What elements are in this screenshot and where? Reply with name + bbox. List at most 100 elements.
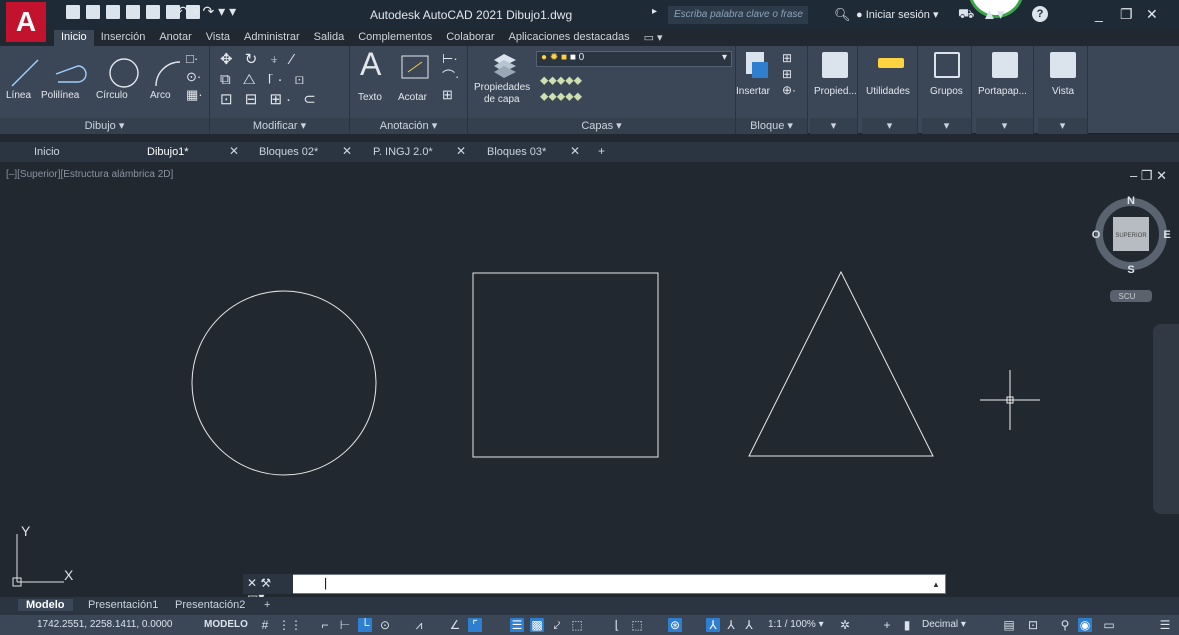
infer-constraints-icon[interactable]: ⌐ bbox=[318, 618, 332, 632]
view-group[interactable]: Vista bbox=[1052, 86, 1074, 97]
layer-dropdown[interactable]: ● ✹ ■ ■ 0 ▾ bbox=[536, 51, 732, 67]
snap-icon[interactable]: ⋮⋮ bbox=[278, 618, 302, 632]
app-logo[interactable]: A bbox=[6, 2, 46, 42]
plus-icon[interactable]: + bbox=[880, 618, 894, 632]
ortho-icon[interactable]: └ bbox=[358, 618, 372, 632]
restore-icon[interactable]: ❐ bbox=[1120, 6, 1133, 23]
properties-group[interactable]: Propied... bbox=[814, 86, 857, 97]
object-snap-icon[interactable]: ⌜ bbox=[468, 618, 482, 632]
doc-tab-pingj[interactable]: P. INGJ 2.0* bbox=[373, 144, 433, 162]
modify-tool-icons[interactable]: ✥ ↻ ⍖ ⁄ ⧉ △ ⌈· ⊡ ⊡ ⊟ ⊞· ⊂ bbox=[220, 50, 320, 110]
selection-filter-icon[interactable]: ⬚ bbox=[630, 618, 644, 632]
command-input[interactable]: | bbox=[322, 577, 329, 591]
view-icon[interactable] bbox=[1050, 52, 1076, 78]
close-icon[interactable]: ✕ bbox=[570, 144, 580, 158]
hardware-accel-icon[interactable]: ◉ bbox=[1078, 618, 1092, 632]
model-space-toggle[interactable]: MODELO bbox=[204, 619, 248, 630]
navigation-bar[interactable] bbox=[1153, 324, 1179, 514]
panel-modify-title[interactable]: Modificar ▾ bbox=[210, 118, 349, 134]
annotation-scale[interactable]: 1:1 / 100% ▾ bbox=[768, 619, 824, 630]
insert-tool[interactable]: Insertar bbox=[736, 86, 770, 97]
layer-properties-label[interactable]: Propiedades bbox=[474, 82, 530, 93]
chevron-down-icon[interactable]: ▾ bbox=[810, 118, 857, 134]
layer-properties-label-2[interactable]: de capa bbox=[484, 94, 520, 105]
grid-icon[interactable]: # bbox=[258, 618, 272, 632]
autodesk-a360-icon[interactable]: ▲▾ bbox=[982, 5, 1004, 23]
layer-properties-icon[interactable] bbox=[490, 50, 520, 80]
viewcube-face[interactable]: SUPERIOR bbox=[1115, 233, 1147, 239]
selection-cycling-icon[interactable]: ⤦ bbox=[550, 618, 564, 632]
chevron-down-icon[interactable]: ▾ bbox=[976, 118, 1033, 134]
circle-tool[interactable]: Círculo bbox=[96, 90, 128, 101]
command-history-icon[interactable]: ▲ bbox=[932, 580, 940, 589]
block-small-icons[interactable]: ⊞ ⊞ ⊕· bbox=[782, 50, 796, 98]
cart-icon[interactable]: ⛟ bbox=[958, 6, 974, 24]
ribbon-options-icon[interactable]: ▭ ▾ bbox=[637, 30, 670, 46]
chevron-down-icon[interactable]: ▾ bbox=[922, 118, 971, 134]
close-icon[interactable]: ✕ bbox=[456, 144, 466, 158]
polar-tracking-icon[interactable]: ⊙ bbox=[378, 618, 392, 632]
dimension-icon[interactable] bbox=[400, 54, 432, 82]
search-icon[interactable]: 🔍︎ bbox=[834, 7, 851, 23]
dynamic-input-icon[interactable]: ⊢ bbox=[338, 618, 352, 632]
chevron-down-icon[interactable]: ▾ bbox=[862, 118, 917, 134]
panel-layers-title[interactable]: Capas ▾ bbox=[468, 118, 735, 134]
panel-block-title[interactable]: Bloque ▾ bbox=[736, 118, 807, 134]
viewcube-north[interactable]: N bbox=[1127, 195, 1135, 207]
group-icon[interactable] bbox=[934, 52, 960, 78]
minimize-icon[interactable]: _ bbox=[1095, 6, 1103, 22]
doc-tab-bloques02[interactable]: Bloques 02* bbox=[259, 144, 318, 162]
insert-block-icon[interactable] bbox=[742, 50, 774, 84]
doc-tab-dibujo1[interactable]: Dibujo1* bbox=[147, 144, 189, 162]
search-input[interactable]: Escriba palabra clave o frase bbox=[668, 6, 808, 24]
add-layout-icon[interactable]: + bbox=[264, 599, 270, 611]
line-tool[interactable]: Línea bbox=[6, 90, 31, 101]
close-icon[interactable]: ✕ bbox=[229, 144, 239, 158]
layout-tab-presentacion2[interactable]: Presentación2 bbox=[175, 599, 245, 611]
help-icon[interactable]: ? bbox=[1032, 6, 1048, 22]
annotation-small-icons[interactable]: ⊢· ⌒· ⊞ bbox=[442, 50, 459, 104]
undo-icon[interactable]: ↶ ▾ ↷ ▾ ▾ bbox=[176, 3, 236, 20]
clipboard-icon[interactable] bbox=[992, 52, 1018, 78]
object-snap-tracking-icon[interactable]: ∠ bbox=[448, 618, 462, 632]
tab-salida[interactable]: Salida bbox=[307, 30, 352, 46]
properties-icon[interactable] bbox=[822, 52, 848, 78]
triangle-shape[interactable] bbox=[748, 270, 934, 457]
command-line[interactable] bbox=[243, 574, 946, 594]
tab-colaborar[interactable]: Colaborar bbox=[439, 30, 501, 46]
utilities-group[interactable]: Utilidades bbox=[866, 86, 910, 97]
3d-osnap-icon[interactable]: ⬚ bbox=[570, 618, 584, 632]
annotation-visibility-icon[interactable]: ⅄ bbox=[706, 618, 720, 632]
panel-draw-title[interactable]: Dibujo ▾ bbox=[0, 118, 209, 134]
text-icon[interactable]: A bbox=[360, 46, 381, 83]
ucs-menu[interactable]: SCU bbox=[1119, 292, 1136, 301]
clean-screen-icon[interactable]: ▭ bbox=[1102, 618, 1116, 632]
square-shape[interactable] bbox=[472, 272, 659, 458]
close-icon[interactable]: ✕ bbox=[342, 144, 352, 158]
auto-scale-icon[interactable]: ⅄ bbox=[724, 618, 738, 632]
gizmo-icon[interactable]: ⊛ bbox=[668, 618, 682, 632]
lineweight-icon[interactable]: ☰ bbox=[510, 618, 524, 632]
tab-administrar[interactable]: Administrar bbox=[237, 30, 307, 46]
layer-tool-icons[interactable]: ⬥⬥⬥⬥⬥ ⬥⬥⬥⬥⬥ bbox=[540, 72, 582, 104]
tab-aplicaciones[interactable]: Aplicaciones destacadas bbox=[502, 30, 637, 46]
viewcube[interactable]: SUPERIOR N S E O SCU bbox=[1092, 195, 1171, 302]
tab-complementos[interactable]: Complementos bbox=[351, 30, 439, 46]
tab-insercion[interactable]: Inserción bbox=[94, 30, 153, 46]
viewcube-south[interactable]: S bbox=[1127, 264, 1134, 276]
tab-anotar[interactable]: Anotar bbox=[152, 30, 198, 46]
doc-tab-bloques03[interactable]: Bloques 03* bbox=[487, 144, 546, 162]
ruler-icon[interactable] bbox=[878, 58, 904, 68]
annotation-scale-icon[interactable]: ⅄ bbox=[742, 618, 756, 632]
drawing-viewport[interactable]: [–][Superior][Estructura alámbrica 2D] –… bbox=[0, 164, 1179, 596]
quick-properties-icon[interactable]: ▮ bbox=[900, 618, 914, 632]
open-icon[interactable] bbox=[86, 5, 100, 19]
draw-small-icons[interactable]: □· ⊙· ▦· bbox=[186, 50, 203, 104]
customization-menu-icon[interactable]: ☰ bbox=[1158, 618, 1172, 632]
clipboard-group[interactable]: Portapap... bbox=[978, 86, 1027, 97]
dynamic-ucs-icon[interactable]: ⌊ bbox=[610, 618, 624, 632]
viewcube-west[interactable]: O bbox=[1092, 229, 1101, 241]
doc-tab-inicio[interactable]: Inicio bbox=[34, 144, 60, 162]
layout-tab-presentacion1[interactable]: Presentación1 bbox=[88, 599, 158, 611]
isodraft-icon[interactable]: ⩘ bbox=[412, 618, 426, 632]
